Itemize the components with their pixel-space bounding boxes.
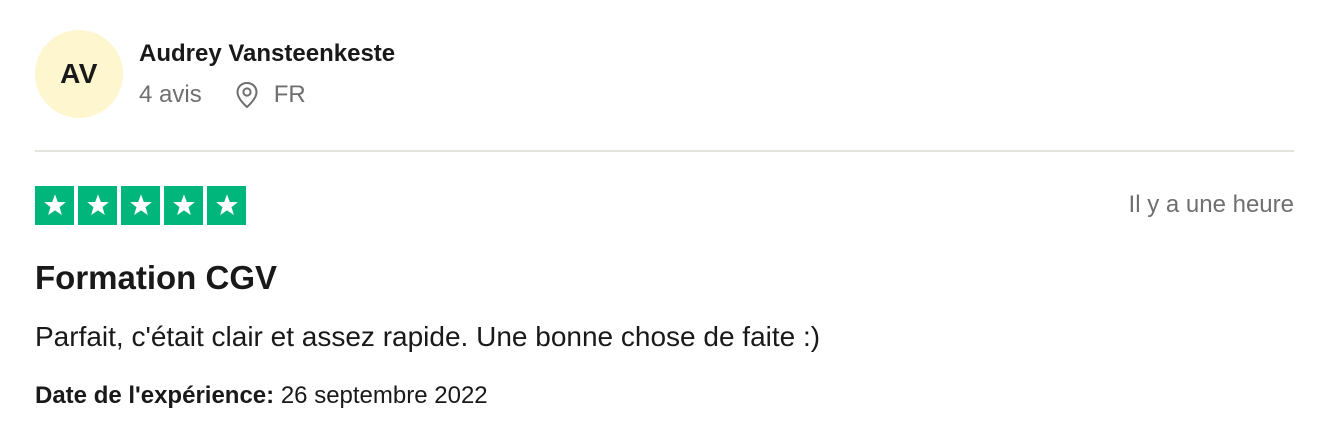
location-pin-icon — [234, 81, 260, 109]
star-icon — [129, 194, 152, 215]
star-box — [164, 185, 203, 225]
star-icon — [215, 194, 238, 215]
review-card: AV Audrey Vansteenkeste 4 avis FR Il y a… — [35, 0, 1294, 440]
avatar[interactable]: AV — [35, 30, 123, 118]
review-text: Parfait, c'était clair et assez rapide. … — [35, 321, 821, 352]
experience-date-value: 26 septembre 2022 — [280, 382, 488, 409]
consumer-meta: 4 avis FR — [139, 81, 395, 109]
review-count: 4 avis — [139, 81, 202, 108]
star-rating — [35, 185, 246, 225]
star-box — [207, 185, 246, 225]
divider — [35, 150, 1294, 152]
country-code: FR — [273, 81, 306, 108]
experience-date: Date de l'expérience: 26 septembre 2022 — [35, 379, 488, 413]
star-box — [35, 185, 74, 225]
review-title[interactable]: Formation CGV — [35, 256, 277, 300]
star-box — [78, 185, 117, 225]
experience-date-label: Date de l'expérience: — [35, 382, 275, 409]
star-icon — [43, 194, 66, 215]
consumer-name[interactable]: Audrey Vansteenkeste — [139, 39, 395, 69]
consumer-info: Audrey Vansteenkeste 4 avis FR — [139, 39, 395, 109]
star-box — [121, 185, 160, 225]
star-icon — [172, 194, 195, 215]
star-icon — [86, 194, 109, 215]
rating-row: Il y a une heure — [35, 185, 1294, 225]
consumer-header: AV Audrey Vansteenkeste 4 avis FR — [35, 30, 395, 118]
review-time: Il y a une heure — [1128, 191, 1294, 218]
